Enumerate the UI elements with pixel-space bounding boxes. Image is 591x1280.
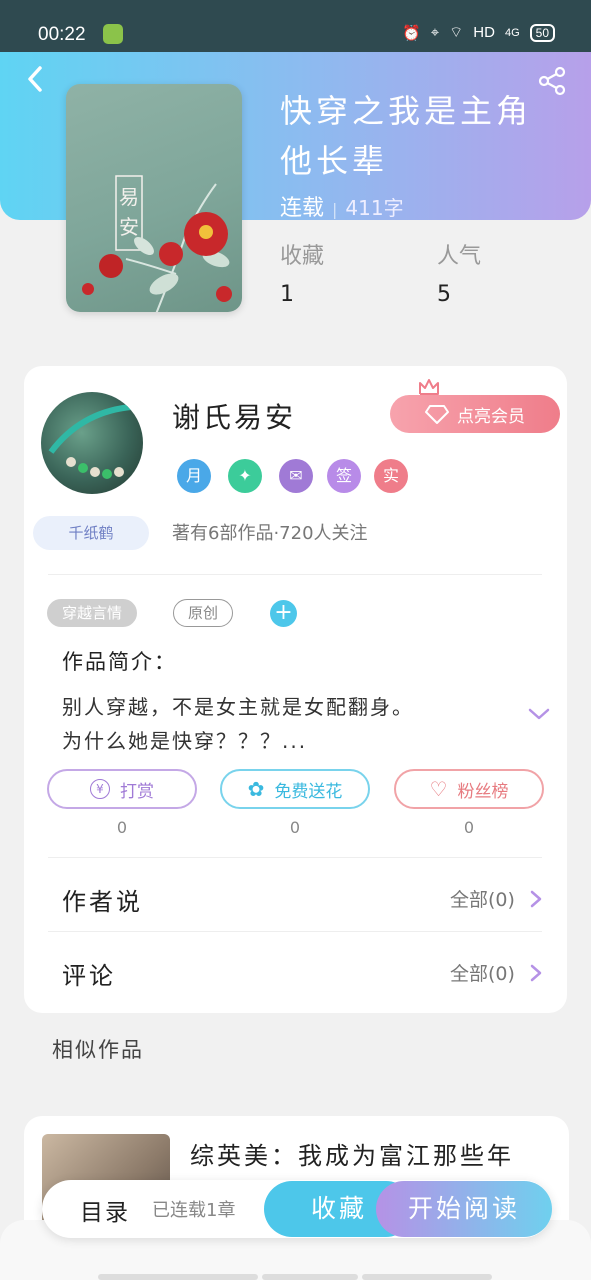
- cover-seal-char-2: 安: [119, 215, 139, 239]
- status-icons: ⏰ ⌖ ⌔ HD 4G 50: [402, 23, 555, 42]
- stat-favorites-value: 1: [280, 282, 294, 307]
- author-avatar[interactable]: [41, 392, 143, 494]
- divider: [48, 857, 542, 858]
- divider: [48, 574, 542, 575]
- badge-mail-icon[interactable]: ✉: [279, 459, 313, 493]
- meta-separator: |: [332, 200, 338, 219]
- yuan-icon: ¥: [90, 779, 110, 799]
- tip-label: 打赏: [120, 781, 154, 802]
- send-flower-label: 免费送花: [274, 781, 343, 802]
- similar-work-title[interactable]: 综英美：我成为富江那些年: [190, 1136, 514, 1171]
- toc-status: 已连载1章: [152, 1200, 236, 1221]
- flower-count: 0: [289, 818, 301, 837]
- tag-category[interactable]: 穿越言情: [47, 599, 138, 627]
- signal-icon: 4G: [504, 26, 520, 39]
- author-says-all[interactable]: 全部(0): [450, 885, 515, 912]
- stat-popularity-label: 人气: [437, 244, 482, 269]
- wifi-icon: ⌔: [449, 24, 464, 41]
- nav-indicator: [98, 1274, 258, 1280]
- battery-icon: 50: [529, 23, 555, 42]
- intro-line-1: 别人穿越，不是女主就是女配翻身。: [62, 695, 414, 719]
- cover-seal-char-1: 易: [119, 185, 139, 209]
- author-summary: 著有6部作品·720人关注: [172, 523, 368, 544]
- badge-handshake-icon[interactable]: ✦: [228, 459, 262, 493]
- location-icon: ⌖: [430, 24, 440, 41]
- book-cover[interactable]: 易 安: [66, 84, 242, 312]
- crane-badge: 千纸鹤: [33, 516, 149, 550]
- tip-button[interactable]: ¥ 打赏: [47, 769, 197, 809]
- vip-button[interactable]: 点亮会员: [390, 395, 560, 433]
- vip-label: 点亮会员: [457, 406, 525, 427]
- stat-popularity-value: 5: [437, 282, 451, 307]
- divider: [48, 931, 542, 932]
- book-meta: 连载 | 411字: [280, 190, 404, 222]
- toc-button[interactable]: 目录: [80, 1193, 130, 1227]
- intro-text: 别人穿越，不是女主就是女配翻身。 为什么她是快穿？？？...: [62, 690, 512, 758]
- comments-all[interactable]: 全部(0): [450, 959, 515, 986]
- flower-icon: ✿: [247, 777, 265, 801]
- fans-count: 0: [463, 818, 475, 837]
- fans-ranking-label: 粉丝榜: [457, 781, 509, 802]
- tip-count: 0: [116, 818, 128, 837]
- avatar-image: [48, 404, 132, 479]
- badge-month-icon[interactable]: 月: [177, 459, 211, 493]
- author-name[interactable]: 谢氏易安: [172, 396, 296, 436]
- chevron-right-icon: [530, 964, 542, 982]
- badge-verified[interactable]: 实: [374, 459, 408, 493]
- network-type: HD: [473, 24, 495, 41]
- book-title: 快穿之我是主角他长辈: [280, 92, 533, 180]
- author-says-label: 作者说: [62, 888, 143, 916]
- comments-label: 评论: [62, 962, 116, 990]
- fans-ranking-button[interactable]: ♡ 粉丝榜: [394, 769, 544, 809]
- book-word-count: 411字: [345, 196, 404, 220]
- diamond-icon: [425, 405, 449, 424]
- status-bar: 00:22 ⏰ ⌖ ⌔ HD 4G 50: [0, 0, 591, 52]
- badge-signed[interactable]: 签: [327, 459, 361, 493]
- chevron-right-icon: [530, 890, 542, 908]
- add-tag-button[interactable]: +: [270, 600, 297, 627]
- user-heart-icon: ♡: [429, 777, 448, 801]
- status-time: 00:22: [38, 24, 86, 45]
- alarm-icon: ⏰: [402, 24, 421, 42]
- send-flower-button[interactable]: ✿ 免费送花: [220, 769, 370, 809]
- chevron-down-icon[interactable]: [527, 704, 551, 724]
- start-reading-button[interactable]: 开始阅读: [376, 1181, 552, 1237]
- cover-illustration: 易 安: [82, 175, 232, 312]
- back-icon[interactable]: [22, 64, 52, 94]
- stat-favorites-label: 收藏: [280, 244, 325, 269]
- nav-indicator: [262, 1274, 358, 1280]
- app-notification-icon: [103, 24, 123, 44]
- intro-title: 作品简介：: [62, 650, 177, 674]
- nav-indicator: [362, 1274, 492, 1280]
- intro-line-2: 为什么她是快穿？？？...: [62, 729, 308, 753]
- similar-works-title: 相似作品: [52, 1038, 144, 1062]
- book-status: 连载: [280, 196, 325, 221]
- crown-icon: [419, 379, 439, 395]
- tag-type[interactable]: 原创: [173, 599, 234, 627]
